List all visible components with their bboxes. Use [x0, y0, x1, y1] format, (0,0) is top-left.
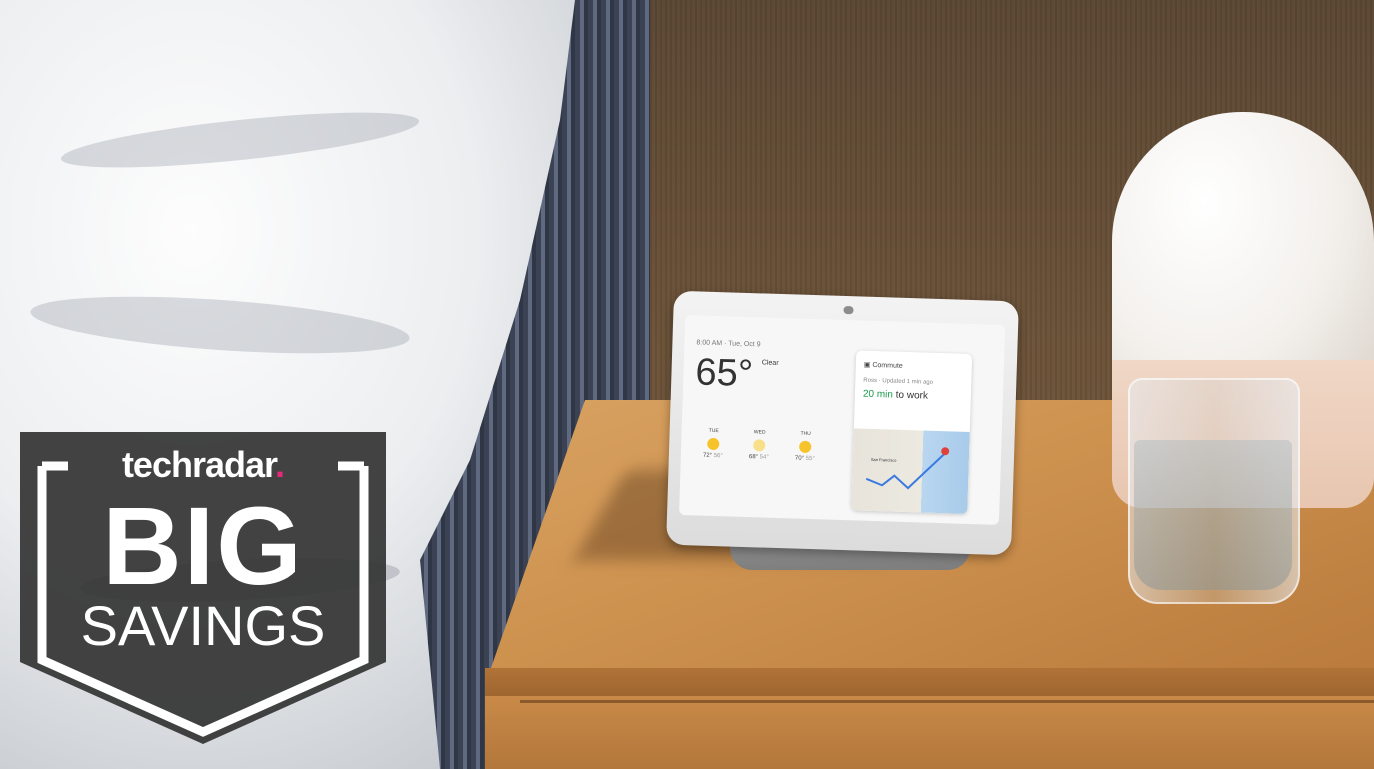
badge-headline: BIG	[102, 485, 304, 608]
eta-suffix: to work	[892, 389, 929, 402]
commute-title: Commute	[872, 361, 903, 370]
commute-eta: 20 min to work	[863, 389, 928, 402]
nightstand-edge	[485, 668, 1374, 696]
forecast-day-label: WED	[753, 429, 766, 436]
forecast-day: TUE 72° 56°	[693, 427, 734, 459]
forecast-day: WED 68° 54°	[739, 429, 780, 461]
forecast-high: 68°	[748, 454, 759, 461]
forecast-day-label: TUE	[708, 427, 719, 435]
camera-sensor	[843, 305, 854, 315]
display-screen: 8:00 AM · Tue, Oct 9 65° Clear TUE 72° 5…	[679, 315, 1006, 525]
techradar-logo: techradar.	[121, 444, 285, 485]
forecast-low: 54°	[759, 454, 769, 461]
smart-display: 8:00 AM · Tue, Oct 9 65° Clear TUE 72° 5…	[666, 290, 1019, 556]
route-line	[865, 447, 950, 490]
eta-value: 20 min	[862, 388, 894, 401]
sun-icon	[799, 440, 812, 454]
map-pin-icon	[941, 447, 950, 456]
sun-icon	[707, 437, 720, 451]
badge-subheadline: SAVINGS	[80, 594, 326, 657]
photo-scene: 8:00 AM · Tue, Oct 9 65° Clear TUE 72° 5…	[0, 0, 1374, 769]
forecast-high: 72°	[702, 452, 713, 459]
map-label: San Francisco	[870, 456, 897, 463]
forecast-low: 55°	[805, 455, 815, 463]
forecast-high: 70°	[794, 455, 805, 462]
time-date: 8:00 AM · Tue, Oct 9	[696, 339, 761, 349]
commute-map: San Francisco	[851, 428, 970, 514]
nightstand-front	[485, 696, 1374, 769]
forecast-day: THU 70° 55°	[785, 430, 826, 462]
commute-card: ▣ Commute Ross · Updated 1 min ago 20 mi…	[851, 350, 973, 514]
forecast-day-label: THU	[800, 430, 811, 438]
car-icon: ▣	[863, 361, 871, 369]
current-temperature: 65°	[694, 351, 754, 396]
sun-icon	[753, 439, 766, 452]
forecast-low: 56°	[713, 452, 723, 460]
commute-subtitle: Ross · Updated 1 min ago	[863, 377, 934, 386]
water	[1134, 440, 1292, 590]
weather-condition: Clear	[761, 359, 779, 367]
drawer-line	[520, 700, 1374, 703]
techradar-big-savings-badge: techradar. BIG SAVINGS	[20, 432, 386, 744]
